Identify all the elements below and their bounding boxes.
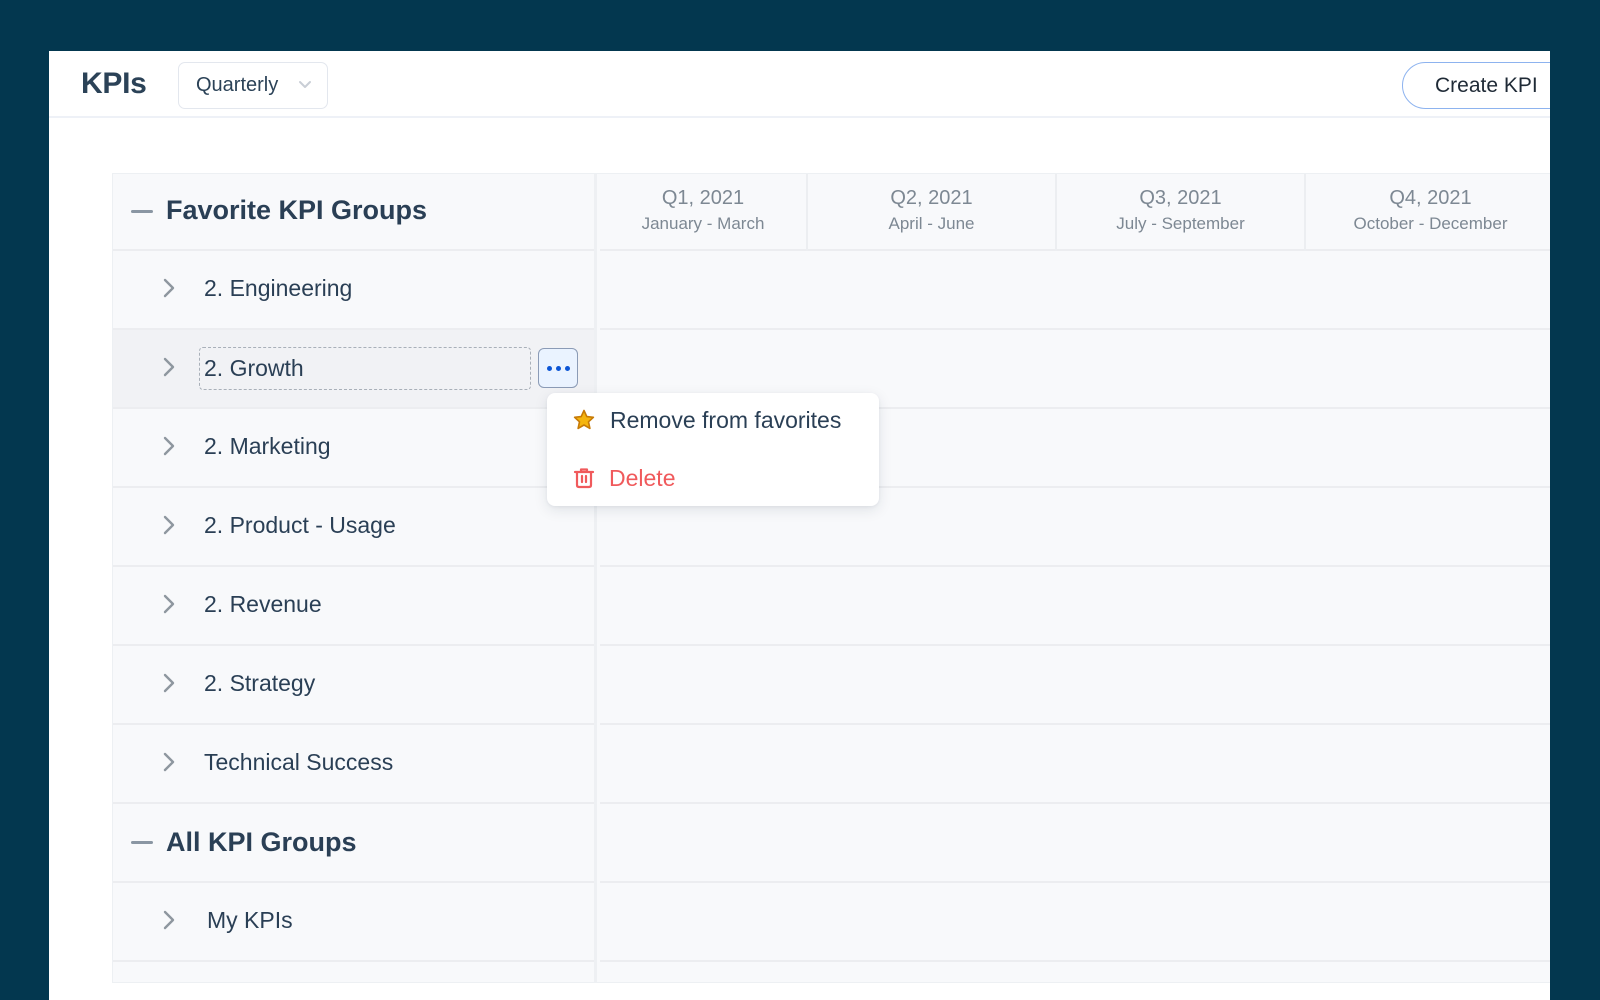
period-select[interactable]: Quarterly xyxy=(178,62,328,109)
kpi-group-row[interactable]: 2. Growth xyxy=(113,330,594,409)
kpi-group-label[interactable]: 2. Product - Usage xyxy=(204,512,396,539)
timeline-area: Q1, 2021 January - March Q2, 2021 April … xyxy=(600,174,1550,982)
create-kpi-button[interactable]: Create KPI xyxy=(1402,62,1550,109)
period-select-value: Quarterly xyxy=(196,74,279,96)
kpi-group-label[interactable]: 2. Engineering xyxy=(204,275,352,302)
quarter-label: Q4, 2021 xyxy=(1389,187,1472,209)
more-dot xyxy=(546,365,552,371)
timeline-row xyxy=(600,883,1550,962)
chevron-down-icon xyxy=(299,81,311,88)
trash-icon xyxy=(573,468,595,489)
quarter-column-header: Q4, 2021 October - December xyxy=(1306,174,1550,251)
menu-item-remove-from-favorites[interactable]: Remove from favorites xyxy=(547,395,879,445)
chevron-right-icon[interactable] xyxy=(162,672,176,694)
kpi-grid: Q1, 2021 January - March Q2, 2021 April … xyxy=(112,173,1550,983)
timeline-row xyxy=(600,251,1550,330)
kpi-group-row[interactable]: My KPIs xyxy=(113,883,594,962)
kpi-group-label[interactable]: My KPIs xyxy=(207,907,293,934)
chevron-right-icon[interactable] xyxy=(162,593,176,615)
kpi-app-window: KPIs Quarterly Create KPI Q1, 2021 Janua… xyxy=(49,51,1550,1000)
quarter-range: October - December xyxy=(1353,214,1508,233)
quarter-range: January - March xyxy=(641,214,765,233)
favorites-group-header[interactable]: Favorite KPI Groups xyxy=(113,174,594,251)
kpi-group-row[interactable]: 2. Engineering xyxy=(113,251,594,330)
kpi-group-row[interactable]: 2. Strategy xyxy=(113,646,594,725)
quarter-range: April - June xyxy=(888,214,975,233)
kpi-group-label[interactable]: 2. Growth xyxy=(199,347,531,390)
chevron-right-icon[interactable] xyxy=(162,277,176,299)
kpi-group-label[interactable]: 2. Revenue xyxy=(204,591,322,618)
kpi-group-label[interactable]: 2. Strategy xyxy=(204,670,315,697)
chevron-right-icon[interactable] xyxy=(162,435,176,457)
quarter-column-header: Q3, 2021 July - September xyxy=(1057,174,1306,251)
timeline-row xyxy=(600,646,1550,725)
menu-item-delete[interactable]: Delete xyxy=(547,453,879,503)
quarter-column-header: Q1, 2021 January - March xyxy=(600,174,808,251)
menu-item-label: Remove from favorites xyxy=(610,406,842,433)
quarter-column-header: Q2, 2021 April - June xyxy=(808,174,1057,251)
kpi-group-tree: Favorite KPI Groups 2. Engineering 2. Gr… xyxy=(113,174,597,982)
kpi-group-label[interactable]: Technical Success xyxy=(204,749,393,776)
chevron-right-icon[interactable] xyxy=(162,909,176,931)
more-dot xyxy=(564,365,570,371)
star-icon xyxy=(573,409,595,430)
collapse-icon[interactable] xyxy=(131,210,153,213)
group-title: Favorite KPI Groups xyxy=(166,195,428,225)
quarter-range: July - September xyxy=(1116,214,1245,233)
timeline-row xyxy=(600,725,1550,804)
kpi-group-row[interactable]: Technical Success xyxy=(113,725,594,804)
chevron-right-icon[interactable] xyxy=(162,356,176,378)
page-title: KPIs xyxy=(81,67,147,100)
kpi-group-row[interactable]: 2. Marketing xyxy=(113,409,594,488)
more-dot xyxy=(555,365,561,371)
kpi-group-label[interactable]: 2. Marketing xyxy=(204,433,331,460)
collapse-icon[interactable] xyxy=(131,841,153,844)
menu-item-label: Delete xyxy=(609,464,676,491)
chevron-right-icon[interactable] xyxy=(162,514,176,536)
all-groups-header[interactable]: All KPI Groups xyxy=(113,804,594,883)
kpi-group-row[interactable]: 2. Revenue xyxy=(113,567,594,646)
context-menu: Remove from favorites Delete xyxy=(547,393,879,506)
more-options-button[interactable] xyxy=(538,348,578,388)
top-bar: KPIs Quarterly Create KPI xyxy=(49,51,1550,118)
quarter-label: Q3, 2021 xyxy=(1139,187,1222,209)
chevron-right-icon[interactable] xyxy=(162,751,176,773)
quarter-label: Q2, 2021 xyxy=(890,187,973,209)
group-title: All KPI Groups xyxy=(166,827,357,857)
quarter-header-row: Q1, 2021 January - March Q2, 2021 April … xyxy=(600,174,1550,251)
timeline-row xyxy=(600,804,1550,883)
quarter-label: Q1, 2021 xyxy=(661,187,745,209)
timeline-row xyxy=(600,567,1550,646)
kpi-group-row[interactable]: 2. Product - Usage xyxy=(113,488,594,567)
